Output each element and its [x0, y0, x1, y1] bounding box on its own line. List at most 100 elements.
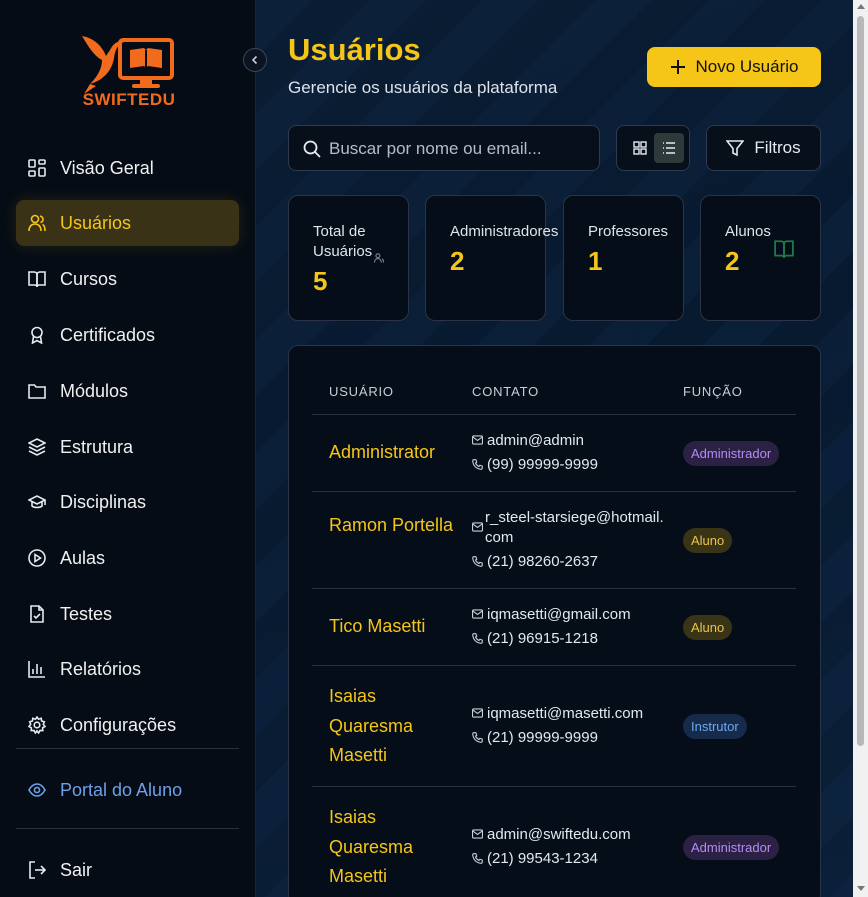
grid-icon	[633, 141, 647, 155]
stat-label: Professores	[588, 223, 669, 240]
logout-icon	[29, 861, 46, 879]
sidebar-item-label: Portal do Aluno	[60, 779, 183, 800]
graduation-cap-icon	[28, 495, 46, 509]
scroll-down-arrow[interactable]	[857, 886, 865, 891]
sidebar: SWIFTEDU Visão Geral Usuários Cursos Cer…	[0, 0, 256, 897]
stat-card-students: Alunos 2	[700, 195, 821, 321]
play-circle-icon	[28, 549, 46, 567]
search-box[interactable]	[288, 125, 600, 171]
sidebar-item-configuracoes[interactable]: Configurações	[16, 702, 239, 748]
role-badge: Aluno	[683, 615, 733, 640]
eye-icon	[28, 783, 46, 797]
stat-card-total: Total de Usuários 5	[288, 195, 409, 321]
sidebar-item-label: Usuários	[60, 212, 132, 233]
stat-value: 5	[313, 266, 328, 296]
sidebar-item-disciplinas[interactable]: Disciplinas	[16, 479, 239, 525]
sidebar-item-label: Disciplinas	[60, 491, 147, 512]
sidebar-item-modulos[interactable]: Módulos	[16, 368, 239, 414]
user-name: Isaias Quaresma Masetti	[329, 686, 414, 765]
sidebar-item-relatorios[interactable]: Relatórios	[16, 646, 239, 692]
sidebar-divider	[16, 748, 239, 749]
gear-icon	[28, 716, 46, 734]
brand-name: SWIFTEDU	[82, 90, 176, 109]
mail-icon	[472, 435, 483, 445]
stat-card-admins: Administradores 2	[425, 195, 558, 321]
stat-card-professors: Professores 1	[563, 195, 684, 321]
sidebar-item-label: Configurações	[60, 714, 177, 735]
mail-icon	[472, 609, 483, 619]
sidebar-divider	[16, 828, 239, 829]
view-toggle	[616, 125, 690, 171]
sidebar-item-testes[interactable]: Testes	[16, 591, 239, 637]
sidebar-item-visao-geral[interactable]: Visão Geral	[16, 145, 239, 191]
sidebar-item-label: Cursos	[60, 268, 118, 289]
table-header-divider	[312, 414, 796, 415]
sidebar-item-label: Certificados	[60, 324, 156, 345]
user-name: Administrator	[329, 442, 436, 462]
column-header-role: FUNÇÃO	[683, 384, 743, 399]
phone-icon	[472, 556, 483, 567]
user-name: Isaias Quaresma Masetti	[329, 807, 414, 886]
stat-value: 2	[725, 246, 740, 276]
new-user-button[interactable]: Novo Usuário	[647, 47, 821, 87]
filters-button[interactable]: Filtros	[706, 125, 821, 171]
mail-icon	[472, 522, 483, 532]
column-header-contact: CONTATO	[472, 384, 539, 399]
page-scrollbar[interactable]	[853, 0, 868, 897]
list-view-button[interactable]	[654, 133, 684, 163]
bar-chart-icon	[28, 661, 45, 678]
row-divider	[312, 665, 796, 666]
user-name: Tico Masetti	[329, 616, 426, 636]
chevron-left-icon	[251, 55, 258, 65]
stat-label: Total de Usuários	[313, 223, 373, 260]
filters-label: Filtros	[754, 138, 801, 157]
row-divider	[312, 491, 796, 492]
folder-icon	[28, 384, 46, 399]
search-input[interactable]	[329, 136, 589, 162]
stat-value: 2	[450, 246, 465, 276]
stat-value: 1	[588, 246, 603, 276]
scrollbar-thumb[interactable]	[857, 16, 864, 746]
book-open-icon	[28, 271, 46, 288]
sidebar-item-estrutura[interactable]: Estrutura	[16, 424, 239, 470]
sidebar-item-label: Relatórios	[60, 658, 142, 679]
sidebar-item-aulas[interactable]: Aulas	[16, 535, 239, 581]
book-open-icon	[774, 240, 794, 258]
role-badge: Administrador	[683, 835, 780, 860]
sidebar-item-label: Visão Geral	[60, 157, 154, 178]
list-icon	[663, 142, 675, 154]
role-badge: Instrutor	[683, 714, 747, 739]
logout-button[interactable]: Sair	[16, 847, 239, 893]
mail-icon	[472, 829, 483, 839]
award-icon	[31, 326, 43, 344]
scroll-up-arrow[interactable]	[857, 4, 865, 9]
plus-icon	[670, 60, 685, 74]
stat-label: Administradores	[450, 223, 559, 240]
search-icon	[303, 140, 321, 158]
user-name: Ramon Portella	[329, 515, 454, 535]
role-badge: Administrador	[683, 441, 780, 466]
page-subtitle: Gerencie os usuários da plataforma	[288, 78, 558, 97]
sidebar-item-cursos[interactable]: Cursos	[16, 256, 239, 302]
column-header-user: USUÁRIO	[329, 384, 394, 399]
sidebar-item-label: Testes	[60, 603, 113, 624]
users-icon	[374, 253, 384, 263]
sidebar-item-label: Estrutura	[60, 436, 134, 457]
collapse-sidebar-button[interactable]	[243, 48, 267, 72]
logout-label: Sair	[60, 859, 93, 880]
sidebar-item-usuarios[interactable]: Usuários	[16, 200, 239, 246]
new-user-label: Novo Usuário	[695, 57, 799, 76]
page-title: Usuários	[288, 32, 421, 67]
row-divider	[312, 786, 796, 787]
sidebar-item-certificados[interactable]: Certificados	[16, 312, 239, 358]
dashboard-icon	[28, 159, 46, 177]
sidebar-item-portal-do-aluno[interactable]: Portal do Aluno	[16, 767, 239, 813]
mail-icon	[472, 708, 483, 718]
phone-icon	[472, 633, 483, 644]
phone-icon	[472, 459, 483, 470]
phone-icon	[472, 853, 483, 864]
role-badge: Aluno	[683, 528, 733, 553]
users-icon	[28, 214, 46, 232]
grid-view-button[interactable]	[625, 133, 655, 163]
layers-icon	[28, 438, 46, 456]
